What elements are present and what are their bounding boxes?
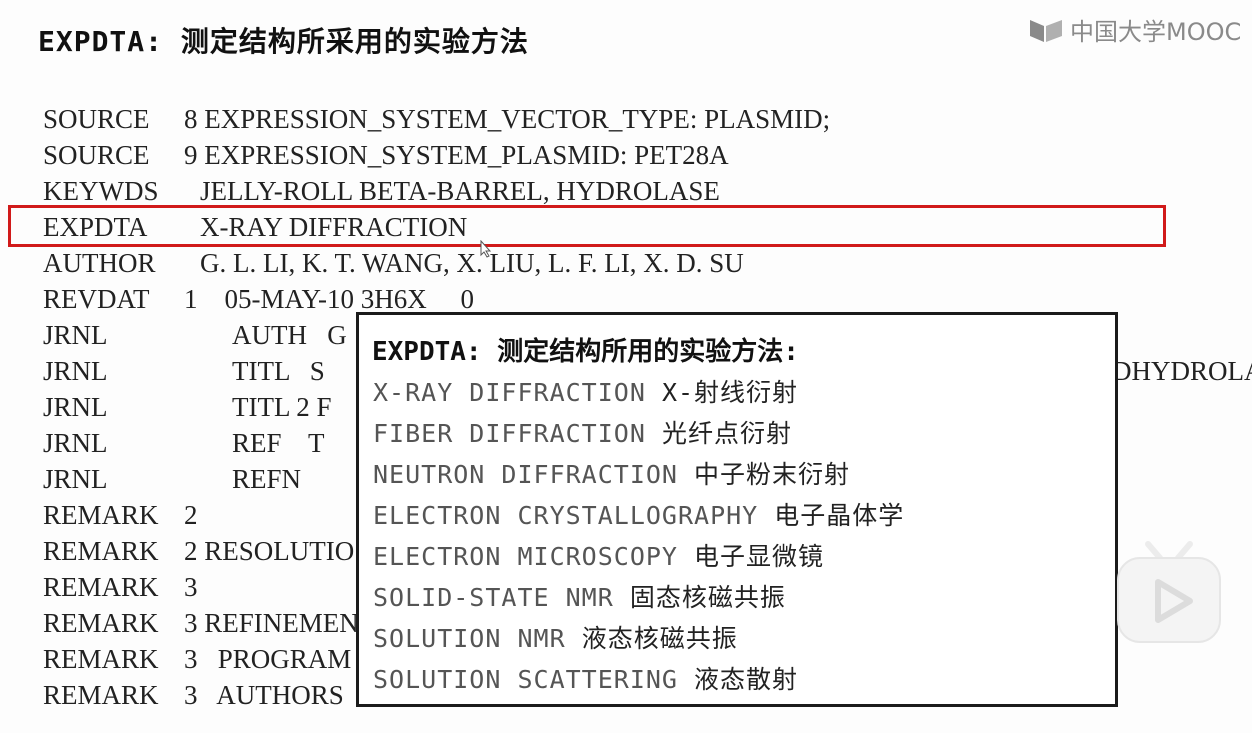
method-name-zh: 中子粉末衍射 — [694, 460, 851, 489]
method-name-zh: 液态散射 — [694, 665, 799, 694]
method-name-en: X-RAY DIFFRACTION — [373, 378, 646, 407]
mouse-cursor-icon — [480, 240, 492, 258]
pdb-record-name: KEYWDS — [43, 176, 159, 206]
pdb-record-content: 3 PROGRAM — [184, 644, 352, 674]
mooc-logo: 中国大学MOOC — [1028, 12, 1241, 47]
method-name-en: FIBER DIFFRACTION — [373, 419, 646, 448]
method-name-zh: X-射线衍射 — [661, 378, 799, 407]
pdb-record-name: REMARK — [43, 680, 159, 710]
pdb-record-name: REMARK — [43, 644, 159, 674]
pdb-record-name: JRNL — [43, 320, 108, 350]
pdb-record-content: G. L. LI, K. T. WANG, X. LIU, L. F. LI, … — [200, 248, 744, 278]
mooc-book-icon — [1030, 19, 1062, 42]
pdb-record-content: AUTH G — [232, 320, 347, 350]
pdb-line: AUTHOR G. L. LI, K. T. WANG, X. LIU, L. F… — [0, 246, 1252, 280]
method-name-en: NEUTRON DIFFRACTION — [373, 460, 678, 489]
method-list-item: X-RAY DIFFRACTION X-射线衍射 — [373, 373, 798, 409]
slide-title: EXPDTA: 测定结构所采用的实验方法 — [38, 25, 529, 58]
pdb-record-content: TITL S — [232, 356, 325, 386]
pdb-record-content: 3 REFINEMEN — [184, 608, 359, 638]
method-name-zh: 电子晶体学 — [774, 501, 905, 530]
pdb-record-name: REMARK — [43, 608, 159, 638]
pdb-line: KEYWDS JELLY-ROLL BETA-BARREL, HYDROLASE — [0, 174, 1252, 208]
method-list-item: SOLUTION SCATTERING 液态散射 — [373, 660, 798, 696]
pdb-record-name: REVDAT — [43, 284, 150, 314]
expdta-highlight-box — [8, 205, 1166, 247]
pdb-record-content: REF T — [232, 428, 325, 458]
pdb-record-name: SOURCE — [43, 140, 150, 170]
pdb-record-content: TITL 2 F — [232, 392, 332, 422]
method-list-item: ELECTRON CRYSTALLOGRAPHY 电子晶体学 — [373, 496, 904, 532]
play-icon — [1117, 541, 1221, 643]
method-list-item: NEUTRON DIFFRACTION 中子粉末衍射 — [373, 455, 850, 491]
pdb-record-content: 2 — [184, 500, 198, 530]
method-name-zh: 固态核磁共振 — [629, 583, 786, 612]
play-button[interactable] — [1114, 536, 1224, 648]
pdb-record-name: SOURCE — [43, 104, 150, 134]
method-name-en: SOLID-STATE NMR — [373, 583, 614, 612]
pdb-record-name: AUTHOR — [43, 248, 156, 278]
pdb-record-name: JRNL — [43, 428, 108, 458]
method-list-item: SOLUTION NMR 液态核磁共振 — [373, 619, 738, 655]
pdb-record-overflow-text: DHYDROLA — [1112, 356, 1252, 386]
pdb-line: SOURCE 9 EXPRESSION_SYSTEM_PLASMID: PET28… — [0, 138, 1252, 172]
method-name-en: ELECTRON CRYSTALLOGRAPHY — [373, 501, 759, 530]
method-name-en: SOLUTION SCATTERING — [373, 665, 678, 694]
popup-title: EXPDTA: 测定结构所用的实验方法: — [372, 337, 799, 367]
mooc-logo-text: 中国大学MOOC — [1070, 18, 1242, 46]
pdb-record-name: JRNL — [43, 356, 108, 386]
method-list-item: ELECTRON MICROSCOPY 电子显微镜 — [373, 537, 824, 573]
pdb-record-content: REFN — [232, 464, 302, 494]
method-list-item: FIBER DIFFRACTION 光纤点衍射 — [373, 414, 792, 450]
method-name-en: SOLUTION NMR — [373, 624, 566, 653]
pdb-line: SOURCE 8 EXPRESSION_SYSTEM_VECTOR_TYPE: P… — [0, 102, 1252, 136]
pdb-line: REVDAT 1 05-MAY-10 3H6X 0 — [0, 282, 1252, 316]
method-name-zh: 电子显微镜 — [694, 542, 825, 571]
method-name-zh: 液态核磁共振 — [581, 624, 738, 653]
method-name-zh: 光纤点衍射 — [661, 419, 792, 448]
method-name-en: ELECTRON MICROSCOPY — [373, 542, 678, 571]
pdb-record-name: JRNL — [43, 464, 108, 494]
pdb-record-content: 3 — [184, 572, 198, 602]
pdb-record-name: JRNL — [43, 392, 108, 422]
pdb-record-name: REMARK — [43, 536, 159, 566]
pdb-record-name: REMARK — [43, 572, 159, 602]
pdb-record-name: REMARK — [43, 500, 159, 530]
expdta-methods-popup: EXPDTA: 测定结构所用的实验方法: X-RAY DIFFRACTION X… — [356, 312, 1118, 707]
pdb-record-content: 2 RESOLUTIO — [184, 536, 355, 566]
pdb-record-content: JELLY-ROLL BETA-BARREL, HYDROLASE — [200, 176, 720, 206]
method-list-item: SOLID-STATE NMR 固态核磁共振 — [373, 578, 786, 614]
pdb-record-content: 1 05-MAY-10 3H6X 0 — [184, 284, 475, 314]
pdb-record-content: 3 AUTHORS — [184, 680, 344, 710]
pdb-record-content: 9 EXPRESSION_SYSTEM_PLASMID: PET28A — [184, 140, 729, 170]
pdb-record-content: 8 EXPRESSION_SYSTEM_VECTOR_TYPE: PLASMID… — [184, 104, 831, 134]
